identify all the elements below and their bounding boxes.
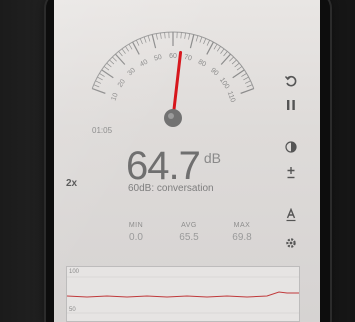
graph-y-top-label: 100 <box>69 269 80 275</box>
stat-min-value: 0.0 <box>129 232 143 243</box>
pause-icon-glyph <box>287 100 295 110</box>
decibel-unit: dB <box>203 150 221 166</box>
photo-background: 102030405060708090100110 01:05 <box>0 0 355 322</box>
gauge-minor-tick <box>216 46 221 52</box>
gauge-scale-label: 40 <box>139 59 149 69</box>
gauge-minor-tick <box>188 33 191 40</box>
gauge-major-tick <box>240 88 255 94</box>
gauge-minor-tick <box>139 38 143 45</box>
gauge-minor-tick <box>223 51 228 57</box>
gauge-minor-tick <box>231 59 237 65</box>
gauge-major-tick <box>189 34 195 49</box>
gauge-scale-label: 30 <box>127 67 138 77</box>
gauge-minor-tick <box>244 80 251 84</box>
gauge-scale-label: 10 <box>110 92 119 102</box>
gauge-major-tick <box>91 88 106 94</box>
gauge-scale-label: 50 <box>153 54 162 63</box>
gauge-scale-label: 90 <box>209 67 220 77</box>
zoom-toggle-button[interactable]: 2x <box>66 178 77 189</box>
sound-meter-screen: 102030405060708090100110 01:05 <box>54 0 320 322</box>
gauge-minor-tick <box>246 84 253 88</box>
gauge-scale-label: 70 <box>183 54 192 63</box>
pause-icon[interactable] <box>282 96 300 114</box>
gauge-minor-tick <box>155 33 158 40</box>
gauge-minor-tick <box>213 43 218 50</box>
gauge-minor-tick <box>243 76 249 81</box>
history-graph: 100 50 <box>66 266 300 322</box>
reset-icon[interactable] <box>282 72 300 90</box>
gauge-minor-tick <box>106 62 112 68</box>
gauge-minor-tick <box>95 80 102 84</box>
gauge-major-tick <box>101 69 114 79</box>
calibrate-icon[interactable] <box>282 164 300 182</box>
gauge-minor-tick <box>164 32 166 39</box>
weighting-icon[interactable] <box>282 206 300 224</box>
decibel-value: 64.7 <box>126 144 201 188</box>
stats-row: MIN 0.0 AVG 65.5 MAX 69.8 <box>114 222 264 243</box>
stat-avg-value: 65.5 <box>179 232 199 243</box>
gauge-scale-label: 110 <box>226 90 236 103</box>
theme-icon-glyph <box>285 141 297 153</box>
gauge-needle <box>171 50 183 120</box>
gauge-minor-tick <box>229 56 234 62</box>
gauge-minor-tick <box>143 36 147 43</box>
gauge-minor-tick <box>206 40 210 46</box>
history-graph-plot <box>67 276 299 314</box>
gauge-major-tick <box>220 53 231 65</box>
gauge-minor-tick <box>199 36 203 43</box>
noise-reference-text: 60dB: conversation <box>128 183 214 194</box>
stat-max-value: 69.8 <box>232 232 252 243</box>
gauge-minor-tick <box>97 76 103 81</box>
decibel-gauge: 10 203040 50 60 70 8090100110 <box>91 31 255 127</box>
stat-avg: AVG 65.5 <box>167 222 211 243</box>
settings-icon[interactable] <box>282 234 300 252</box>
gauge-minor-tick <box>112 56 117 62</box>
gauge-minor-tick <box>99 73 105 77</box>
weighting-icon-glyph <box>286 208 296 222</box>
stat-avg-label: AVG <box>181 222 197 229</box>
gauge-minor-tick <box>118 51 123 57</box>
gauge-scale-label: 100 <box>218 77 230 91</box>
current-reading: 64.7 dB <box>126 144 221 188</box>
gauge-minor-tick <box>184 32 186 39</box>
gauge-minor-tick <box>220 48 225 54</box>
gauge-major-tick <box>151 34 157 49</box>
stat-min: MIN 0.0 <box>114 222 158 243</box>
stat-max-label: MAX <box>233 222 251 229</box>
graph-trace-line <box>67 291 299 298</box>
gauge-minor-tick <box>103 66 110 71</box>
reset-icon-glyph <box>284 75 297 87</box>
gauge-major-tick <box>232 69 245 79</box>
graph-y-bottom-label: 50 <box>69 307 76 313</box>
gauge-scale-label: 60 <box>169 53 177 60</box>
gauge-scale-label: 20 <box>117 78 127 88</box>
gauge-major-tick <box>115 53 126 65</box>
gauge-minor-tick <box>236 66 243 71</box>
gauge-minor-tick <box>180 32 182 39</box>
gauge-minor-tick <box>147 35 151 42</box>
calibrate-icon-glyph <box>287 167 295 179</box>
gauge-minor-tick <box>121 48 126 54</box>
gauge-minor-tick <box>109 59 115 65</box>
gauge-minor-tick <box>125 46 130 52</box>
gauge-minor-tick <box>93 84 100 88</box>
stat-min-label: MIN <box>128 222 144 229</box>
settings-icon-glyph <box>286 238 296 248</box>
theme-icon[interactable] <box>282 138 300 156</box>
gauge-minor-tick <box>195 35 199 42</box>
stat-max: MAX 69.8 <box>220 222 264 243</box>
gauge-minor-tick <box>160 32 162 39</box>
gauge-scale-label: 80 <box>197 59 207 69</box>
elapsed-timer: 01:05 <box>92 126 113 135</box>
gauge-minor-tick <box>203 38 207 45</box>
gauge-hub-highlight <box>168 113 174 119</box>
gauge-minor-tick <box>241 73 247 77</box>
gauge-minor-tick <box>136 40 140 46</box>
gauge-minor-tick <box>234 62 240 68</box>
gauge-minor-tick <box>128 43 133 50</box>
